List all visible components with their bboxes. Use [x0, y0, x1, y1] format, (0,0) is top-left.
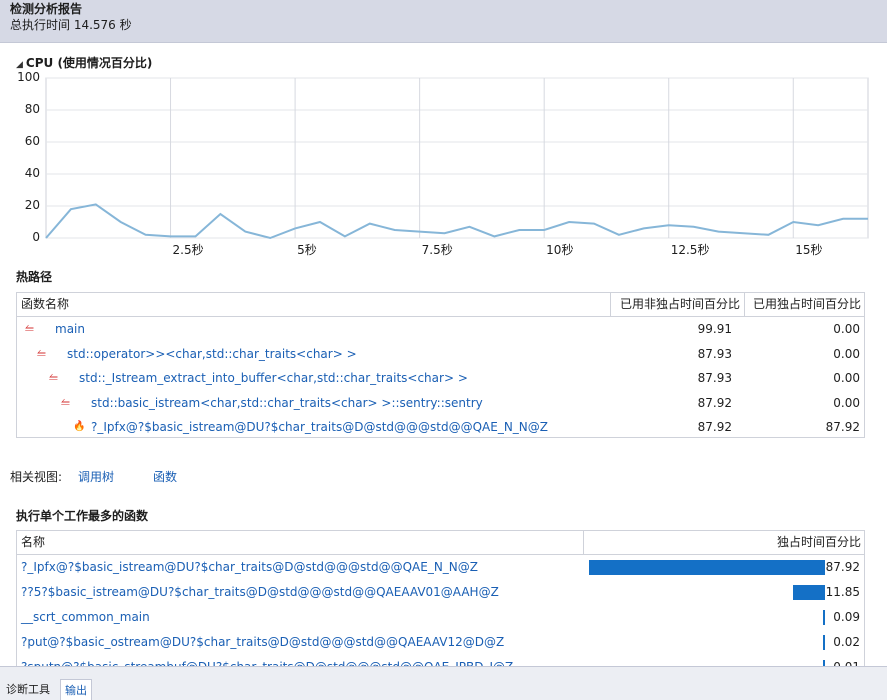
flame-icon: 🔥: [73, 421, 86, 433]
y-tick-label: 40: [24, 166, 40, 180]
hot-path-header-row: 函数名称 已用非独占时间百分比 已用独占时间百分比: [17, 293, 864, 317]
hot-path-icon: ⥪: [61, 395, 70, 409]
top-functions-table: 名称 独占时间百分比 ?_Ipfx@?$basic_istream@DU?$ch…: [16, 530, 865, 675]
hot-path-icon: ⥪: [49, 371, 58, 385]
top-function-name[interactable]: ??5?$basic_istream@DU?$char_traits@D@std…: [21, 580, 499, 605]
top-function-row[interactable]: ?_Ipfx@?$basic_istream@DU?$char_traits@D…: [17, 555, 864, 580]
col-function-name[interactable]: 函数名称: [17, 293, 610, 316]
inclusive-pct-value: 99.91: [697, 322, 732, 336]
self-time-pct: 0.09: [833, 610, 860, 624]
report-title: 检测分析报告: [10, 2, 83, 16]
call-tree-link[interactable]: 调用树: [78, 468, 114, 485]
hot-path-function-name[interactable]: std::operator>><char,std::char_traits<ch…: [67, 342, 357, 367]
inclusive-pct-value: 87.93: [697, 346, 732, 361]
top-function-name[interactable]: __scrt_common_main: [21, 605, 150, 630]
x-tick-label: 15秒: [795, 243, 823, 257]
top-functions-header-row: 名称 独占时间百分比: [17, 531, 864, 555]
inclusive-pct-value: 87.92: [697, 395, 732, 410]
collapse-triangle-icon[interactable]: ◢: [16, 60, 23, 70]
top-function-row[interactable]: __scrt_common_main 0.09: [17, 605, 864, 630]
x-tick-label: 10秒: [546, 243, 574, 257]
top-functions-title: 执行单个工作最多的函数: [16, 509, 149, 523]
col-inclusive-pct[interactable]: 已用非独占时间百分比: [610, 293, 744, 316]
functions-link[interactable]: 函数: [153, 468, 177, 485]
hot-path-row[interactable]: ⥪ main 99.91 0.00: [17, 317, 864, 342]
inclusive-pct-value: 87.93: [697, 371, 732, 386]
self-time-bar: [823, 610, 825, 625]
y-tick-label: 20: [24, 198, 40, 212]
y-tick-label: 100: [17, 70, 40, 84]
hot-path-function-name[interactable]: ?_Ipfx@?$basic_istream@DU?$char_traits@D…: [91, 415, 548, 440]
self-time-pct: 87.92: [825, 560, 860, 574]
related-views-label: 相关视图:: [10, 470, 63, 484]
self-time-bar: [589, 560, 825, 575]
plot-area: [45, 77, 869, 239]
bottom-tab-bar: 诊断工具 输出: [0, 666, 887, 700]
top-function-name[interactable]: ?_Ipfx@?$basic_istream@DU?$char_traits@D…: [21, 555, 478, 580]
cpu-chart-svg: [45, 77, 869, 240]
cpu-section-header[interactable]: ◢ CPU (使用情况百分比): [16, 54, 152, 71]
y-tick-label: 80: [24, 102, 40, 116]
top-function-row[interactable]: ??5?$basic_istream@DU?$char_traits@D@std…: [17, 580, 864, 605]
hot-path-row[interactable]: ⥪ std::_Istream_extract_into_buffer<char,…: [17, 366, 864, 391]
col-exclusive-pct[interactable]: 已用独占时间百分比: [744, 293, 865, 316]
y-tick-label: 60: [24, 134, 40, 148]
total-execution-time: 总执行时间 14.576 秒: [10, 18, 132, 32]
hot-path-icon: ⥪: [37, 346, 46, 360]
tab-output[interactable]: 输出: [60, 679, 92, 700]
hot-path-row[interactable]: ⥪ std::operator>><char,std::char_traits<c…: [17, 342, 864, 367]
report-header: 检测分析报告 总执行时间 14.576 秒: [0, 0, 887, 43]
hot-path-rows: ⥪ main 99.91 0.00 ⥪ std::operator>><char,std:…: [17, 317, 864, 440]
top-functions-rows: ?_Ipfx@?$basic_istream@DU?$char_traits@D…: [17, 555, 864, 680]
cpu-usage-chart: [0, 70, 887, 260]
self-time-pct: 0.02: [833, 635, 860, 649]
hot-path-function-name[interactable]: std::basic_istream<char,std::char_traits…: [91, 391, 483, 416]
hot-path-title: 热路径: [16, 270, 53, 284]
hot-path-icon: ⥪: [25, 322, 34, 335]
inclusive-pct-value: 87.92: [697, 420, 732, 435]
self-time-bar: [823, 635, 825, 650]
exclusive-pct-value: 87.92: [825, 420, 860, 435]
hot-path-row[interactable]: 🔥 ?_Ipfx@?$basic_istream@DU?$char_traits@…: [17, 415, 864, 440]
hot-path-function-name[interactable]: std::_Istream_extract_into_buffer<char,s…: [79, 366, 468, 391]
exclusive-pct-value: 0.00: [833, 346, 860, 361]
top-function-name[interactable]: ?put@?$basic_ostream@DU?$char_traits@D@s…: [21, 630, 504, 655]
x-tick-label: 12.5秒: [670, 243, 710, 257]
hot-path-function-name[interactable]: main: [55, 317, 85, 342]
x-tick-label: 2.5秒: [172, 243, 204, 257]
hot-path-table: 函数名称 已用非独占时间百分比 已用独占时间百分比 ⥪ main 99.91 0.00…: [16, 292, 865, 438]
y-tick-label: 0: [32, 230, 40, 244]
col-self-pct[interactable]: 独占时间百分比: [583, 531, 865, 554]
col-name[interactable]: 名称: [17, 531, 583, 554]
cpu-section-title: CPU (使用情况百分比): [25, 56, 153, 70]
exclusive-pct-value: 0.00: [833, 395, 860, 410]
x-tick-label: 7.5秒: [421, 243, 453, 257]
x-tick-label: 5秒: [297, 243, 317, 257]
self-time-bar: [793, 585, 825, 600]
related-views: 相关视图: 调用树 函数: [10, 468, 177, 485]
self-time-pct: 11.85: [825, 585, 860, 599]
top-function-row[interactable]: ?put@?$basic_ostream@DU?$char_traits@D@s…: [17, 630, 864, 655]
tab-diagnostics[interactable]: 诊断工具: [2, 679, 54, 700]
exclusive-pct-value: 0.00: [833, 322, 860, 336]
hot-path-row[interactable]: ⥪ std::basic_istream<char,std::char_trait…: [17, 391, 864, 416]
exclusive-pct-value: 0.00: [833, 371, 860, 386]
